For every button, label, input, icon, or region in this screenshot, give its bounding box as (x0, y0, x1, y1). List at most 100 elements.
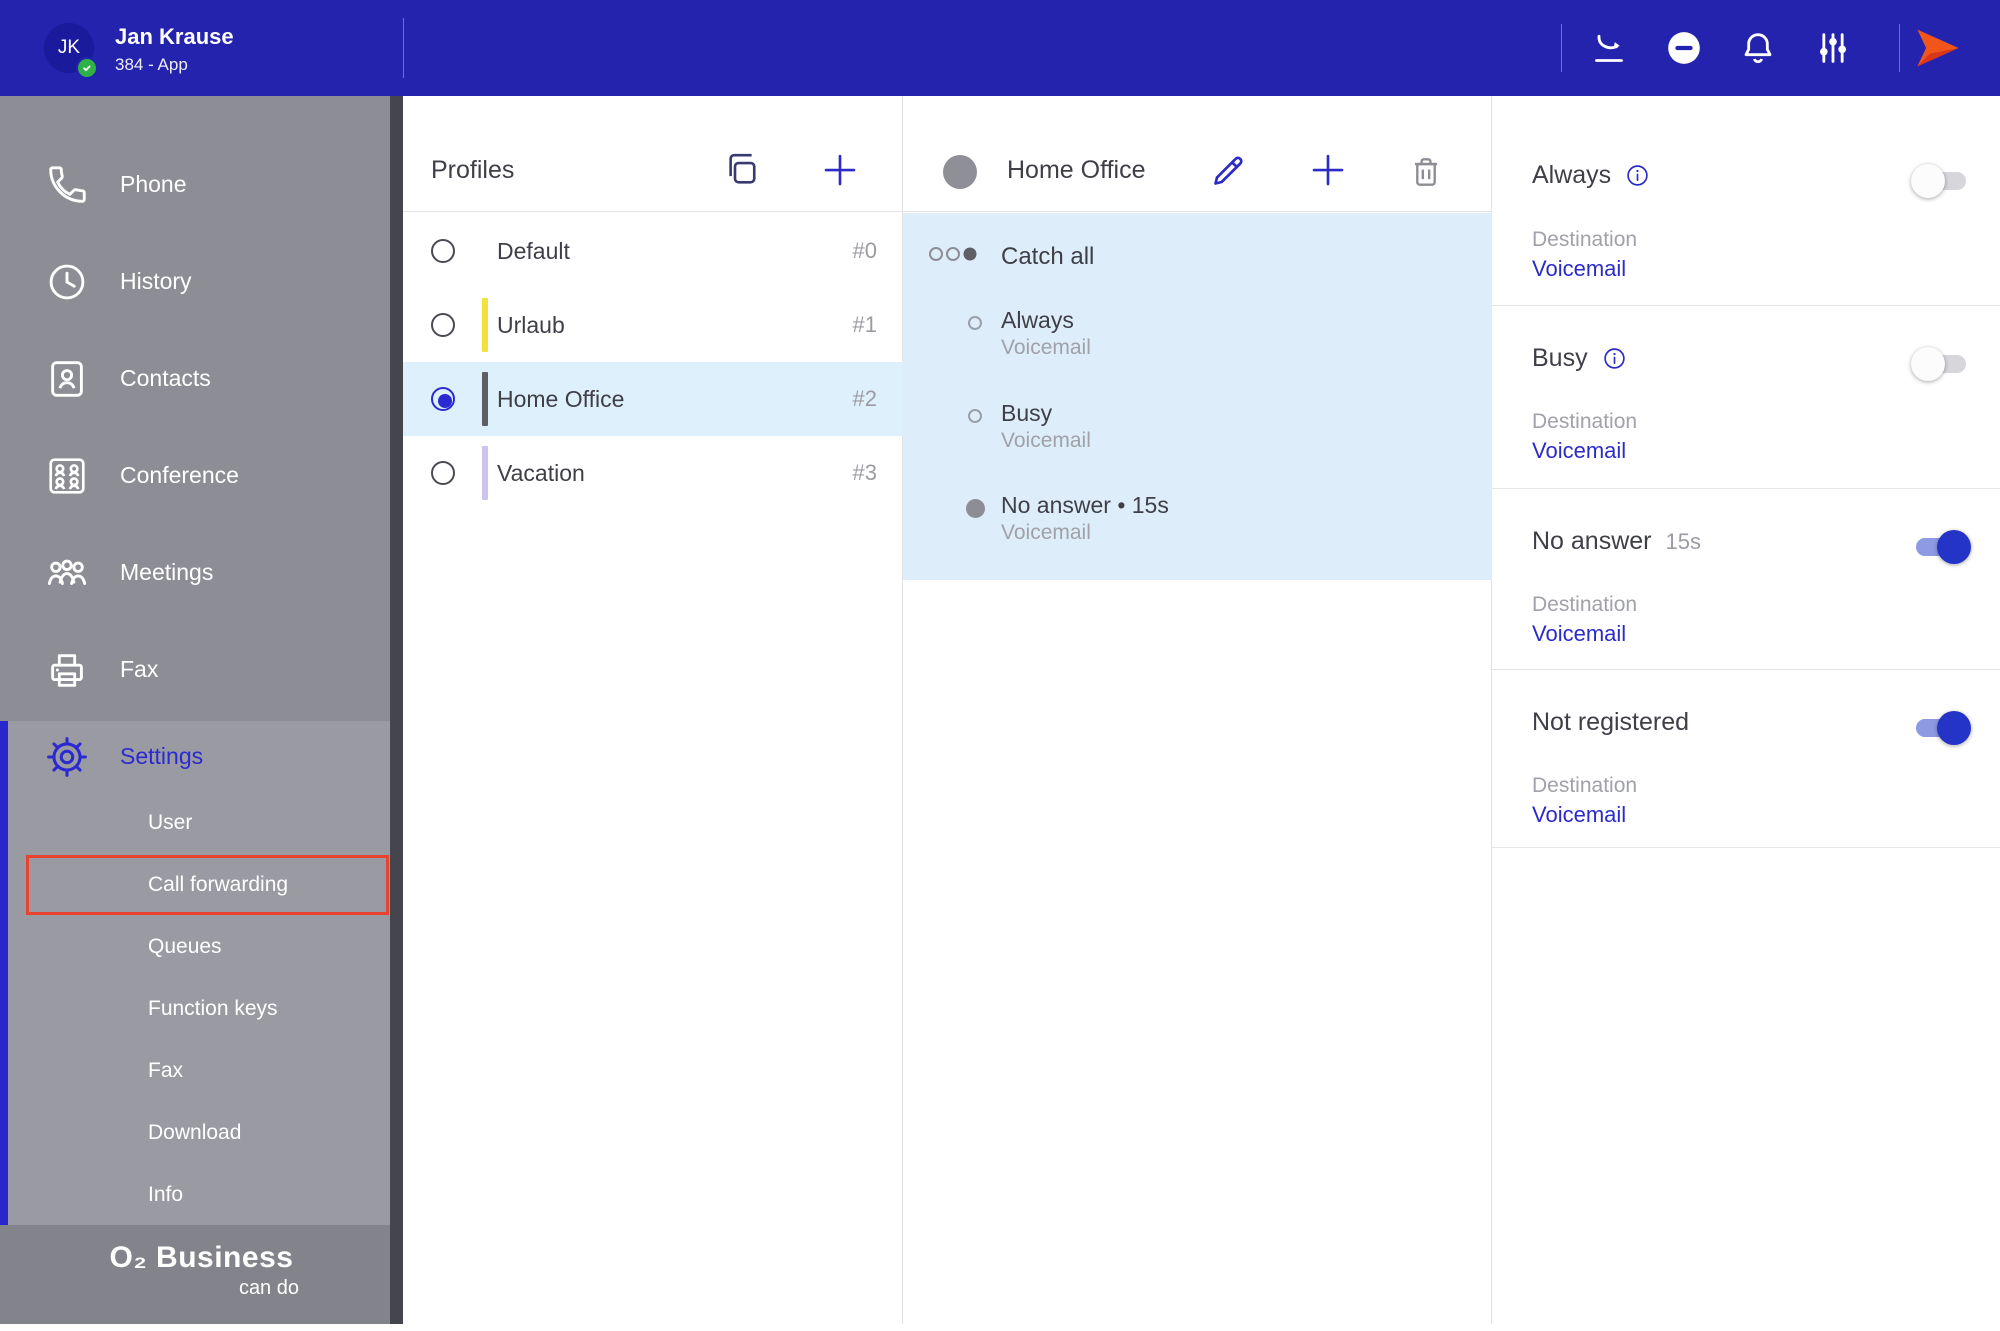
sliders-icon[interactable] (1813, 28, 1853, 68)
rule-state-icon (968, 316, 982, 330)
user-name: Jan Krause (115, 24, 234, 49)
pencil-icon[interactable] (1208, 151, 1248, 191)
sidebar-item-phone[interactable]: Phone (0, 136, 403, 233)
online-status-icon (76, 57, 98, 79)
settings-section: Settings User Call forwarding Queues Fun… (0, 721, 403, 1226)
sidebar-nav: Phone History Contacts Conference Meetin… (0, 96, 403, 718)
sidebar-item-conference[interactable]: Conference (0, 427, 403, 524)
sidebar-subitem-info[interactable]: Info (0, 1164, 403, 1226)
rule-title: No answer • 15s (1001, 492, 1169, 518)
sidebar-subitem-label: Download (148, 1121, 242, 1144)
topbar: JK Jan Krause 384 - App (0, 0, 2000, 96)
profile-detail-title: Home Office (1007, 156, 1146, 184)
catch-all-icon (927, 244, 987, 266)
profiles-panel: Profiles Default #0 Urlaub #1 Home Offic… (403, 96, 903, 1324)
sidebar-item-label: History (120, 268, 192, 294)
copy-profile-icon[interactable] (721, 149, 763, 191)
no-answer-toggle[interactable] (1914, 530, 1971, 564)
sidebar-item-meetings[interactable]: Meetings (0, 524, 403, 621)
brand-send-icon[interactable] (1912, 22, 1964, 74)
trash-icon[interactable] (1407, 153, 1445, 191)
destination-value[interactable]: Voicemail (1532, 256, 1626, 282)
rule-always[interactable]: Always Voicemail (903, 307, 1492, 365)
rule-destination: Voicemail (1001, 429, 1091, 452)
forwarding-settings-panel: Always Destination Voicemail Busy Destin… (1492, 96, 2000, 1324)
sidebar-scrollbar[interactable] (390, 96, 403, 1324)
sidebar-subitem-download[interactable]: Download (0, 1102, 403, 1164)
destination-value[interactable]: Voicemail (1532, 438, 1626, 464)
sidebar-subitem-call-forwarding[interactable]: Call forwarding (0, 854, 403, 916)
info-icon[interactable] (1625, 163, 1650, 188)
profile-row-home-office[interactable]: Home Office #2 (403, 362, 903, 436)
rule-no-answer[interactable]: No answer • 15s Voicemail (903, 492, 1492, 550)
profile-detail-panel: Home Office Catch all Always Voicemail B… (903, 96, 1492, 1324)
busy-toggle[interactable] (1911, 347, 1968, 381)
profile-name: Urlaub (497, 311, 565, 338)
info-icon[interactable] (1602, 346, 1627, 371)
sidebar-item-contacts[interactable]: Contacts (0, 330, 403, 427)
add-profile-icon[interactable] (819, 149, 861, 191)
profile-color-bar (482, 298, 488, 352)
forwarding-section-always: Always Destination Voicemail (1492, 96, 2000, 306)
brand-logo-line2: can do (238, 1277, 299, 1299)
bell-icon[interactable] (1738, 28, 1778, 68)
content-area: Phone History Contacts Conference Meetin… (0, 96, 2000, 1324)
sidebar-subitem-function-keys[interactable]: Function keys (0, 978, 403, 1040)
radio-button[interactable] (431, 387, 455, 411)
rule-title: Always (1001, 307, 1074, 333)
sidebar-subitem-fax[interactable]: Fax (0, 1040, 403, 1102)
profile-number: #3 (852, 460, 877, 485)
add-rule-icon[interactable] (1307, 149, 1349, 191)
sidebar-item-settings[interactable]: Settings (0, 721, 403, 792)
radio-button[interactable] (431, 239, 455, 263)
forwarding-section-title-row: Busy (1532, 344, 1641, 373)
contacts-icon (44, 356, 90, 402)
profile-color-dot (943, 155, 977, 189)
avatar-initials: JK (57, 37, 81, 58)
profile-color-bar (482, 224, 488, 278)
app-window: JK Jan Krause 384 - App Phone History Co… (0, 0, 2000, 1331)
forwarding-section-not-registered: Not registered Destination Voicemail (1492, 670, 2000, 848)
profile-color-bar (482, 446, 488, 500)
destination-label: Destination (1532, 228, 1638, 251)
sidebar-subitem-label: Function keys (148, 997, 278, 1020)
profile-name: Default (497, 237, 570, 264)
profile-color-bar (482, 372, 488, 426)
brand-logo: O₂ Business can do (0, 1225, 403, 1324)
forwarding-section-busy: Busy Destination Voicemail (1492, 306, 2000, 489)
radio-button[interactable] (431, 461, 455, 485)
sidebar-item-label: Conference (120, 462, 239, 488)
destination-value[interactable]: Voicemail (1532, 802, 1626, 828)
meetings-icon (44, 550, 90, 596)
profile-row-default[interactable]: Default #0 (403, 214, 903, 288)
call-pull-icon[interactable] (1589, 28, 1629, 68)
rule-title: Busy (1001, 400, 1053, 426)
sidebar-subitem-queues[interactable]: Queues (0, 916, 403, 978)
gear-icon (44, 734, 90, 780)
forwarding-rules-panel: Catch all Always Voicemail Busy Voicemai… (903, 213, 1492, 580)
profile-row-vacation[interactable]: Vacation #3 (403, 436, 903, 510)
profile-name: Vacation (497, 459, 585, 486)
not-registered-toggle[interactable] (1914, 711, 1971, 745)
forwarding-section-title-row: No answer 15s (1532, 527, 1701, 556)
profile-number: #1 (852, 312, 877, 337)
profile-row-urlaub[interactable]: Urlaub #1 (403, 288, 903, 362)
profile-name: Home Office (497, 385, 625, 412)
destination-value[interactable]: Voicemail (1532, 621, 1626, 647)
rule-busy[interactable]: Busy Voicemail (903, 400, 1492, 458)
phone-icon (44, 162, 90, 208)
sidebar-item-fax[interactable]: Fax (0, 621, 403, 718)
sidebar-subitem-user[interactable]: User (0, 792, 403, 854)
catch-all-row[interactable]: Catch all (903, 241, 1492, 281)
forwarding-section-title: Always (1532, 161, 1612, 189)
destination-label: Destination (1532, 593, 1638, 616)
sidebar-item-label: Fax (120, 656, 159, 682)
do-not-disturb-icon[interactable] (1664, 28, 1704, 68)
sidebar-item-label: Meetings (120, 559, 214, 585)
sidebar-subitem-label: Info (148, 1183, 184, 1206)
rule-state-icon (966, 499, 985, 518)
always-toggle[interactable] (1911, 164, 1968, 198)
sidebar-item-label: Phone (120, 171, 187, 197)
sidebar-item-history[interactable]: History (0, 233, 403, 330)
radio-button[interactable] (431, 313, 455, 337)
